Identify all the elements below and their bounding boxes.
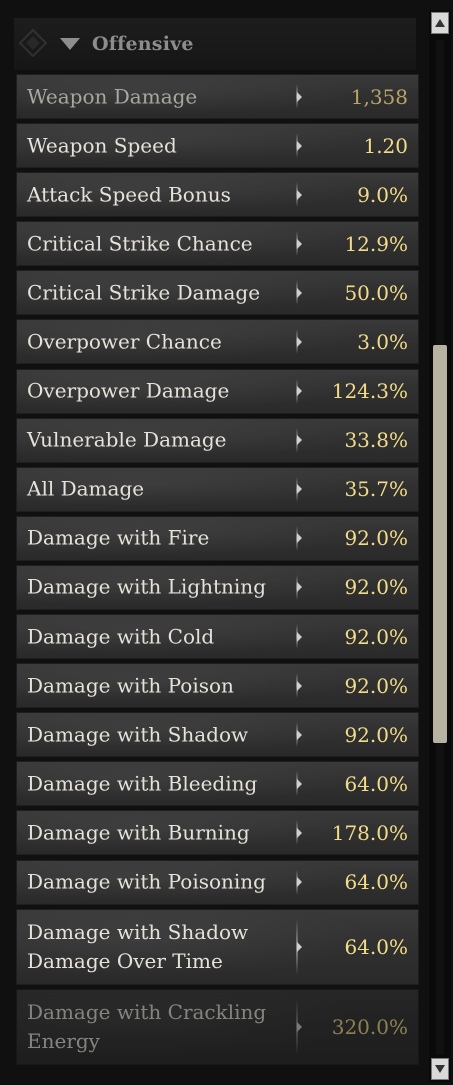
stat-label: Attack Speed Bonus — [27, 182, 231, 207]
stat-value: 35.7% — [344, 477, 408, 502]
stat-label: Damage with Crackling Energy — [27, 999, 267, 1053]
stat-row[interactable]: Damage with Crackling Energy 320.0% — [16, 988, 419, 1065]
stat-label: Damage with Lightning — [27, 574, 266, 599]
stat-value: 92.0% — [344, 624, 408, 649]
divider-icon — [296, 329, 302, 355]
stat-label: Overpower Chance — [27, 329, 222, 354]
scroll-thumb[interactable] — [433, 345, 447, 743]
section-header-offensive[interactable]: Offensive — [14, 18, 416, 70]
stat-list: Weapon Damage 1,358 Weapon Speed 1.20 At… — [16, 74, 422, 1069]
stat-value: 92.0% — [344, 673, 408, 698]
divider-icon — [296, 574, 302, 600]
divider-icon — [296, 918, 302, 975]
divider-icon — [296, 182, 302, 208]
stat-value: 64.0% — [344, 870, 408, 894]
stat-label: Vulnerable Damage — [27, 427, 227, 452]
stat-label: Critical Strike Chance — [27, 231, 253, 256]
stat-row[interactable]: Attack Speed Bonus 9.0% — [16, 172, 419, 218]
ornament-icon — [18, 28, 48, 58]
stat-row[interactable]: Damage with Cold 92.0% — [16, 614, 419, 660]
arrow-down-icon — [435, 1065, 445, 1073]
section-title: Offensive — [92, 33, 194, 55]
collapse-triangle-icon[interactable] — [60, 38, 80, 50]
stat-row[interactable]: Damage with Poison 92.0% — [16, 663, 419, 709]
stat-label: Damage with Burning — [27, 820, 250, 845]
stat-value: 1.20 — [363, 133, 408, 158]
stat-row[interactable]: Damage with Fire 92.0% — [16, 515, 419, 561]
stat-value: 320.0% — [331, 1014, 408, 1039]
stat-label: Damage with Bleeding — [27, 771, 258, 796]
stats-panel: Offensive Weapon Damage 1,358 Weapon Spe… — [0, 0, 453, 1085]
stat-label: Damage with Poisoning — [27, 869, 266, 894]
divider-icon — [296, 771, 302, 797]
stat-value: 33.8% — [344, 428, 408, 453]
stat-label: All Damage — [27, 476, 145, 501]
stat-value: 64.0% — [344, 934, 408, 959]
stat-row[interactable]: Weapon Damage 1,358 — [16, 74, 419, 119]
divider-icon — [296, 722, 302, 748]
stat-row[interactable]: Damage with Lightning 92.0% — [16, 564, 419, 610]
stat-row[interactable]: Damage with Shadow Damage Over Time 64.0… — [16, 908, 419, 985]
stat-row[interactable]: Damage with Burning 178.0% — [16, 810, 419, 856]
stat-row[interactable]: Vulnerable Damage 33.8% — [16, 417, 419, 463]
divider-icon — [296, 280, 302, 306]
divider-icon — [296, 525, 302, 551]
divider-icon — [296, 133, 302, 159]
stat-value: 12.9% — [344, 231, 408, 256]
divider-icon — [296, 476, 302, 502]
stat-value: 1,358 — [350, 84, 408, 109]
scroll-down-button[interactable] — [431, 1058, 449, 1080]
stat-row[interactable]: All Damage 35.7% — [16, 466, 419, 512]
divider-icon — [296, 84, 302, 109]
stat-label: Damage with Poison — [27, 673, 234, 698]
divider-icon — [296, 673, 302, 699]
divider-icon — [296, 820, 302, 846]
stat-value: 92.0% — [344, 722, 408, 747]
stat-label: Damage with Shadow Damage Over Time — [27, 919, 249, 973]
stat-label: Overpower Damage — [27, 378, 230, 403]
divider-icon — [296, 378, 302, 404]
divider-icon — [296, 427, 302, 453]
divider-icon — [296, 231, 302, 257]
stat-label: Damage with Fire — [27, 525, 210, 550]
scroll-up-button[interactable] — [431, 12, 449, 34]
stat-value: 92.0% — [344, 575, 408, 600]
stat-row[interactable]: Damage with Bleeding 64.0% — [16, 761, 419, 807]
stat-row[interactable]: Overpower Damage 124.3% — [16, 368, 419, 414]
stat-label: Damage with Cold — [27, 624, 215, 649]
stat-value: 178.0% — [331, 820, 408, 845]
arrow-up-icon — [435, 19, 445, 27]
stat-value: 64.0% — [344, 771, 408, 796]
divider-icon — [296, 869, 302, 895]
stat-label: Weapon Speed — [27, 133, 177, 158]
stat-label: Weapon Damage — [27, 84, 198, 108]
stat-value: 124.3% — [331, 379, 408, 404]
stat-row[interactable]: Critical Strike Chance 12.9% — [16, 221, 419, 267]
stat-row[interactable]: Weapon Speed 1.20 — [16, 123, 419, 169]
stat-value: 50.0% — [344, 280, 408, 305]
stat-row[interactable]: Critical Strike Damage 50.0% — [16, 270, 419, 316]
stat-row[interactable]: Overpower Chance 3.0% — [16, 319, 419, 365]
stat-label: Damage with Shadow — [27, 722, 249, 747]
stat-value: 92.0% — [344, 526, 408, 551]
stat-label: Critical Strike Damage — [27, 280, 261, 305]
stat-row[interactable]: Damage with Shadow 92.0% — [16, 712, 419, 758]
vertical-scrollbar[interactable] — [429, 10, 451, 1082]
stat-value: 9.0% — [357, 182, 408, 207]
divider-icon — [296, 624, 302, 650]
stat-value: 3.0% — [357, 329, 408, 354]
divider-icon — [296, 998, 302, 1055]
stat-row[interactable]: Damage with Poisoning 64.0% — [16, 859, 419, 905]
